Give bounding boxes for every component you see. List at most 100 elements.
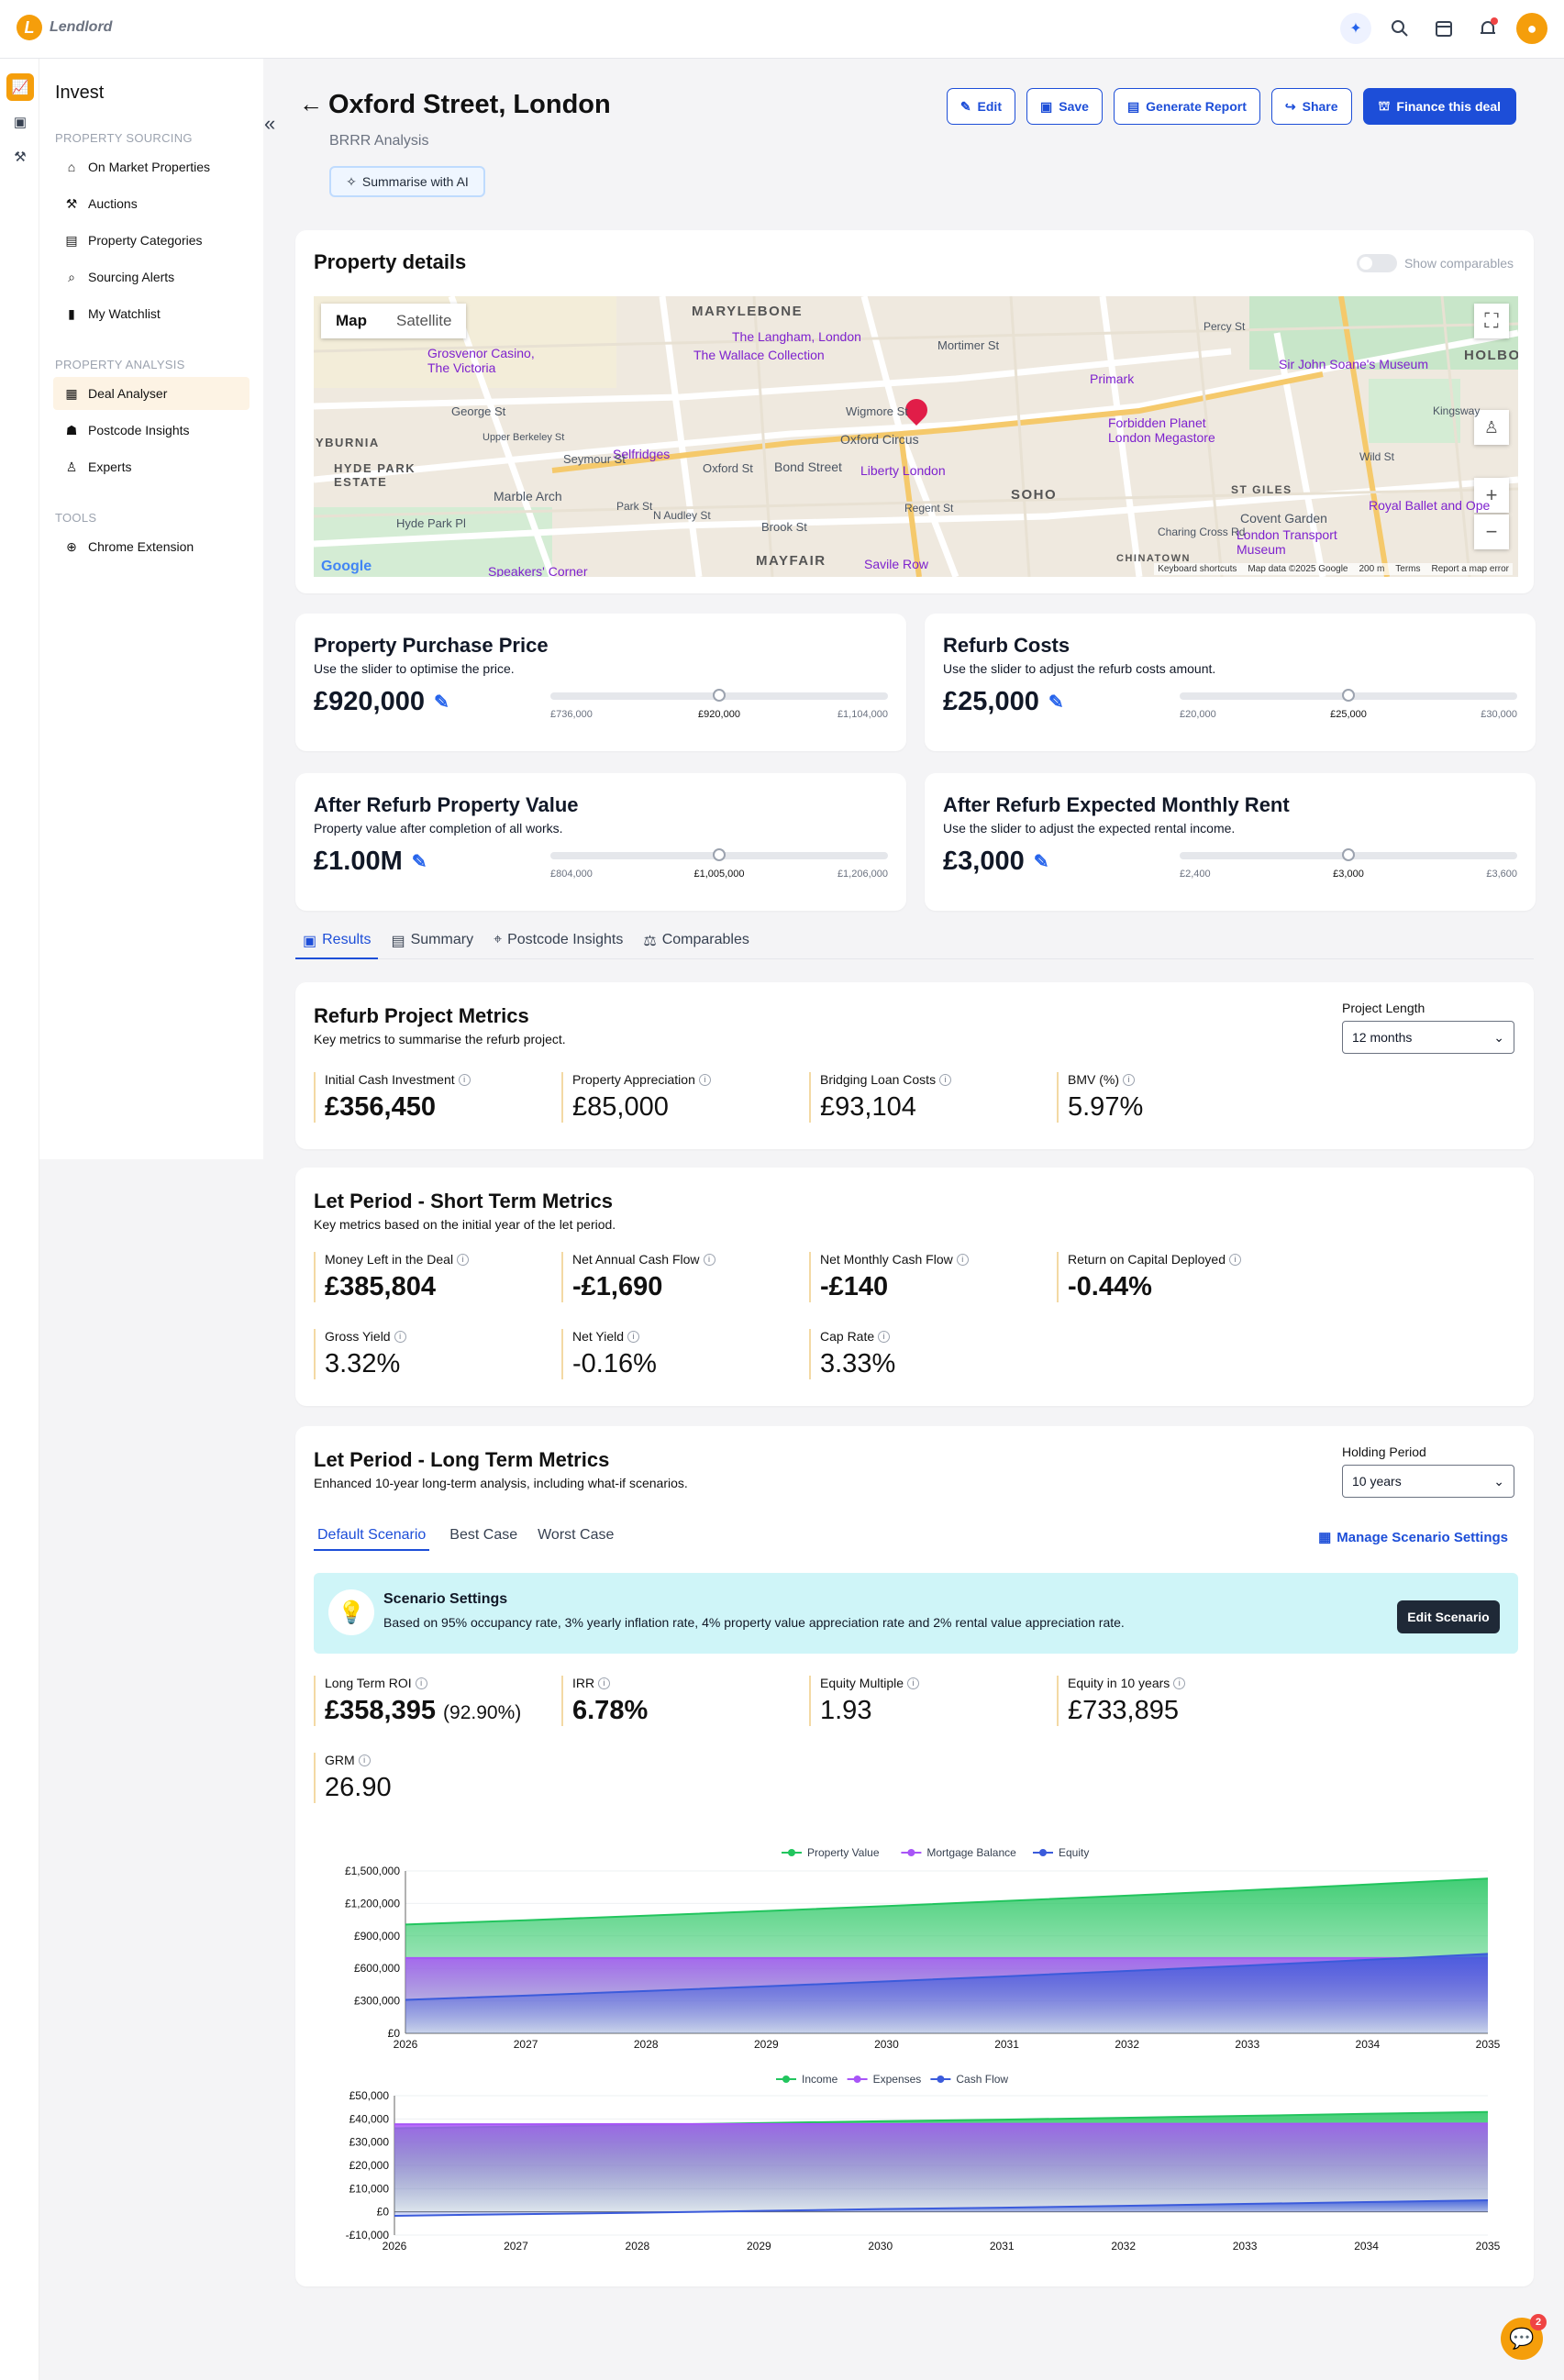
tools-icon[interactable]: ⚒ (6, 143, 34, 171)
legend-label: Property Value (807, 1846, 880, 1859)
info-icon[interactable]: i (878, 1330, 891, 1343)
tab-worst-case[interactable]: Worst Case (538, 1527, 614, 1551)
tab-results[interactable]: ▣ Results (295, 932, 379, 959)
slider-thumb[interactable] (1342, 689, 1355, 702)
info-icon[interactable]: i (1229, 1253, 1241, 1266)
sidebar-item-deal-analyser[interactable]: ▦ Deal Analyser (53, 377, 250, 410)
project-length-select[interactable]: 12 months ⌄ (1342, 1021, 1514, 1054)
info-icon[interactable]: i (1123, 1073, 1135, 1086)
info-icon[interactable]: i (458, 1073, 471, 1086)
back-arrow-icon[interactable]: ← (299, 90, 323, 118)
metric-value: £93,104 (820, 1092, 916, 1122)
map-label: Marble Arch (494, 489, 562, 504)
user-avatar-icon[interactable]: ● (1516, 13, 1547, 44)
tab-postcode-insights[interactable]: ⌖ Postcode Insights (486, 932, 630, 959)
invest-chart-icon[interactable]: 📈 (6, 73, 34, 101)
tab-best-case[interactable]: Best Case (449, 1527, 517, 1551)
sidebar-item-alerts[interactable]: ⌕ Sourcing Alerts (53, 260, 250, 293)
info-icon[interactable]: i (415, 1677, 427, 1689)
summarise-ai-button[interactable]: ✧ Summarise with AI (329, 166, 485, 197)
slider-subtitle: Use the slider to adjust the refurb cost… (943, 661, 1216, 676)
x-tick-label: 2033 (1235, 2038, 1259, 2051)
map-label: Savile Row (864, 557, 929, 571)
wallet-icon[interactable]: ▣ (6, 108, 34, 136)
save-button[interactable]: ▣ Save (1026, 88, 1103, 125)
tab-label: Comparables (661, 932, 749, 947)
sidebar-item-postcode-insights[interactable]: ☗ Postcode Insights (53, 414, 250, 447)
sidebar-item-chrome-extension[interactable]: ⊕ Chrome Extension (53, 530, 250, 563)
manage-scenario-settings-link[interactable]: ▦ Manage Scenario Settings (1318, 1529, 1508, 1546)
info-icon[interactable]: i (1173, 1677, 1186, 1689)
zoom-out-icon[interactable]: − (1474, 515, 1509, 549)
edit-button[interactable]: ✎ Edit (946, 88, 1015, 125)
info-icon[interactable]: i (907, 1677, 920, 1689)
chat-badge: 2 (1530, 2314, 1547, 2330)
x-tick-label: 2026 (383, 2240, 407, 2253)
info-icon[interactable]: i (939, 1073, 952, 1086)
info-icon[interactable]: i (457, 1253, 470, 1266)
sidebar-item-experts[interactable]: ♙ Experts (53, 450, 250, 483)
users-icon: ☗ (65, 422, 78, 437)
show-comparables-toggle[interactable]: Show comparables (1356, 254, 1514, 272)
chat-support-button[interactable]: 💬 2 (1501, 2314, 1547, 2360)
tab-default-scenario[interactable]: Default Scenario (314, 1527, 430, 1551)
chat-icon: 💬 (1509, 2327, 1535, 2350)
save-label: Save (1059, 99, 1089, 114)
map[interactable]: Map Satellite ⛶ ♙ + − MARYLEBONE HOLBO H… (314, 296, 1518, 577)
slider-thumb[interactable] (1342, 848, 1355, 861)
info-icon[interactable]: i (394, 1330, 406, 1343)
map-label: Seymour St (563, 452, 626, 466)
refurb-metrics-subtitle: Key metrics to summarise the refurb proj… (314, 1032, 566, 1046)
ai-sparkle-icon[interactable]: ✦ (1340, 13, 1371, 44)
metric-value: -£140 (820, 1272, 889, 1301)
search-icon[interactable] (1384, 13, 1415, 44)
report-error-link[interactable]: Report a map error (1432, 564, 1509, 574)
collapse-sidebar-icon[interactable]: « (264, 112, 275, 136)
bell-icon[interactable] (1472, 13, 1503, 44)
info-icon[interactable]: i (627, 1330, 640, 1343)
edit-pencil-icon[interactable]: ✎ (412, 850, 427, 873)
calendar-icon[interactable] (1428, 13, 1459, 44)
holding-period-select[interactable]: 10 years ⌄ (1342, 1465, 1514, 1498)
info-icon[interactable]: i (598, 1677, 611, 1689)
terms-link[interactable]: Terms (1395, 564, 1420, 574)
price-slider[interactable] (550, 689, 888, 702)
share-button[interactable]: ↪ Share (1270, 88, 1352, 125)
slider-thumb[interactable] (713, 848, 726, 861)
sidebar-item-on-market[interactable]: ⌂ On Market Properties (53, 150, 250, 183)
sidebar-item-watchlist[interactable]: ▮ My Watchlist (53, 297, 250, 330)
tab-label: Postcode Insights (507, 932, 624, 947)
info-icon[interactable]: i (358, 1754, 371, 1766)
edit-pencil-icon[interactable]: ✎ (1034, 850, 1049, 873)
value-slider[interactable] (550, 848, 888, 861)
sidebar-item-categories[interactable]: ▤ Property Categories (53, 224, 250, 257)
bookmark-icon: ▮ (68, 305, 75, 321)
edit-pencil-icon[interactable]: ✎ (1048, 691, 1064, 714)
satellite-tab[interactable]: Satellite (382, 304, 466, 338)
toggle-switch[interactable] (1356, 254, 1397, 272)
refurb-slider[interactable] (1180, 689, 1517, 702)
edit-scenario-button[interactable]: Edit Scenario (1397, 1600, 1500, 1633)
keyboard-shortcuts-link[interactable]: Keyboard shortcuts (1158, 564, 1237, 574)
tab-summary[interactable]: ▤ Summary (383, 932, 481, 959)
rent-slider[interactable] (1180, 848, 1517, 861)
map-label: Forbidden Planet London Megastore (1108, 415, 1215, 445)
lendlord-logo[interactable]: L Lendlord (17, 15, 112, 40)
legend-label: Mortgage Balance (926, 1846, 1016, 1859)
info-icon[interactable]: i (698, 1073, 711, 1086)
sparkle-icon: ✧ (346, 173, 357, 189)
short-term-card: Let Period - Short Term Metrics Key metr… (295, 1168, 1534, 1406)
tick-max: £30,000 (1481, 709, 1517, 720)
info-icon[interactable]: i (956, 1253, 969, 1266)
x-tick-label: 2032 (1111, 2240, 1136, 2253)
slider-thumb[interactable] (713, 689, 726, 702)
fullscreen-icon[interactable]: ⛶ (1474, 304, 1509, 338)
map-tab[interactable]: Map (321, 304, 382, 338)
finance-deal-button[interactable]: ⛫ Finance this deal (1362, 88, 1516, 125)
info-icon[interactable]: i (703, 1253, 715, 1266)
edit-pencil-icon[interactable]: ✎ (434, 691, 449, 714)
x-tick-label: 2031 (990, 2240, 1015, 2253)
sidebar-item-auctions[interactable]: ⚒ Auctions (53, 187, 250, 220)
tab-comparables[interactable]: ⚖ Comparables (636, 932, 757, 959)
generate-report-button[interactable]: ▤ Generate Report (1113, 88, 1260, 125)
